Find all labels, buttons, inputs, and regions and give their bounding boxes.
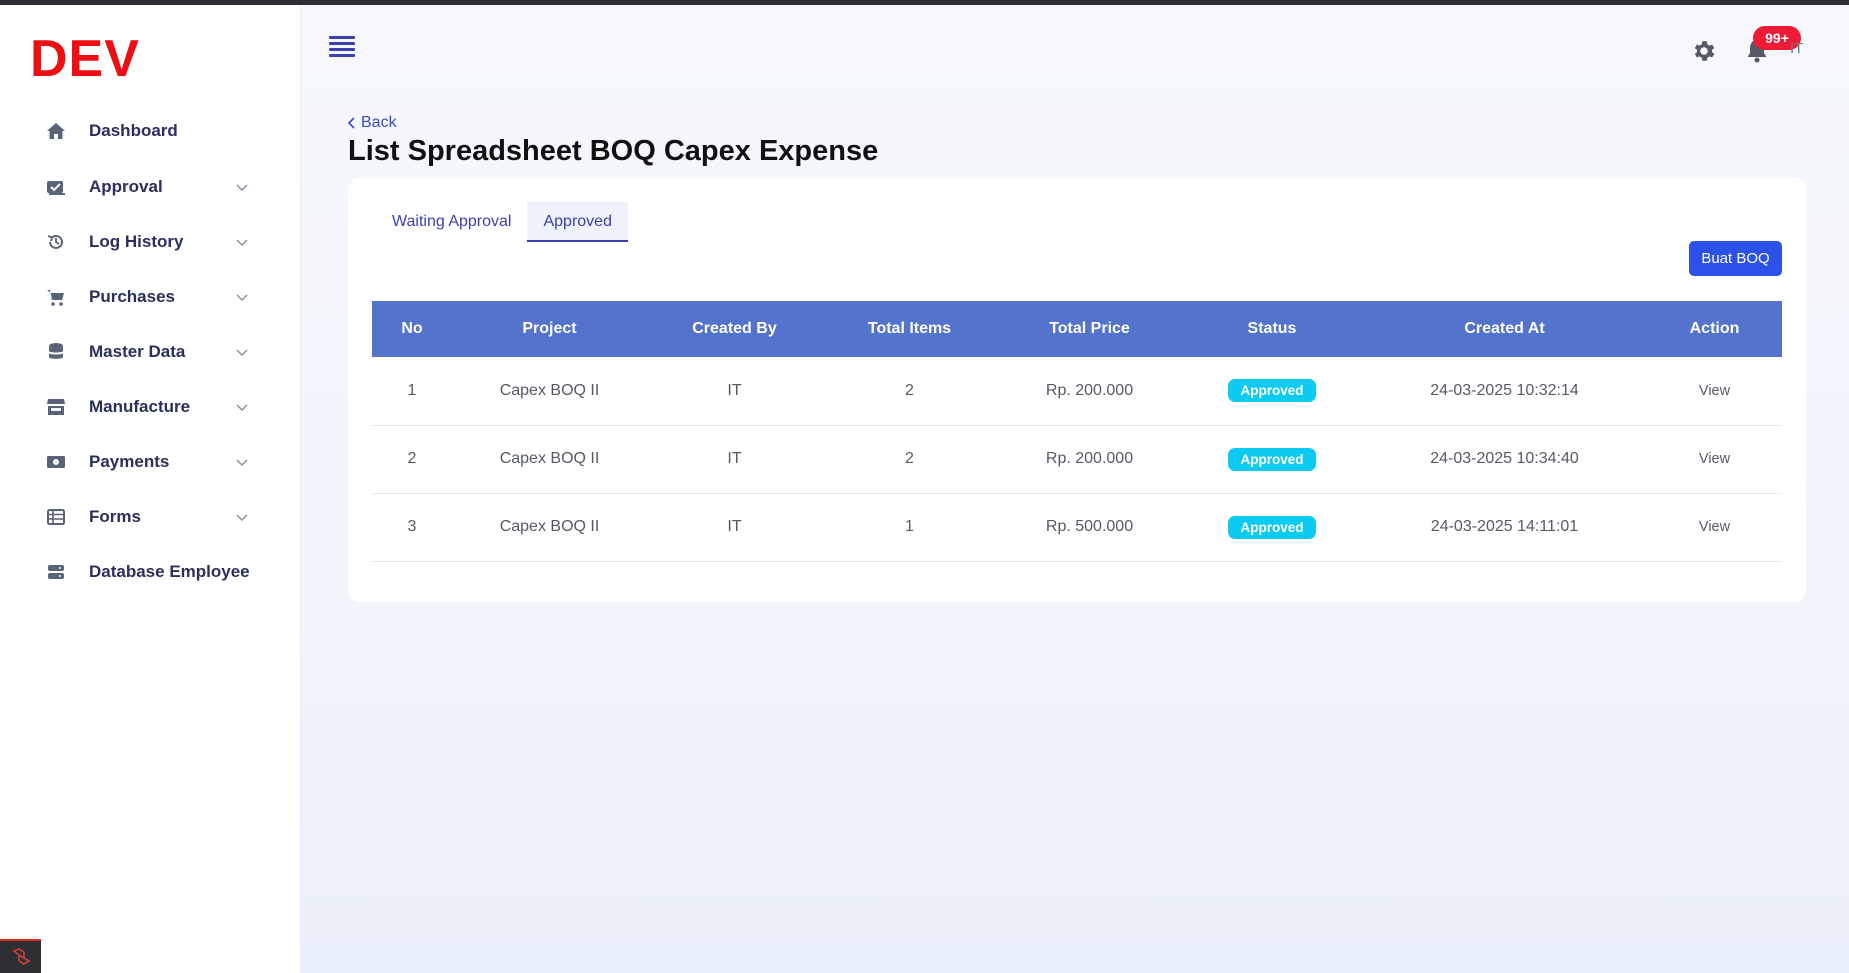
view-link[interactable]: View — [1699, 383, 1730, 399]
boq-table: No Project Created By Total Items Total … — [372, 301, 1782, 562]
chevron-down-icon — [236, 294, 248, 302]
sidebar-item-label: Purchases — [89, 287, 175, 306]
table-row: 3 Capex BOQ II IT 1 Rp. 500.000 Approved… — [372, 493, 1782, 561]
column-header[interactable]: Action — [1647, 301, 1782, 357]
database-icon — [45, 341, 67, 363]
sidebar-item-database-employee[interactable]: Database Employee — [0, 550, 300, 594]
user-avatar[interactable]: IT — [1790, 40, 1803, 57]
column-header[interactable]: No — [372, 301, 452, 357]
cell-no: 1 — [407, 381, 417, 399]
cell-no: 2 — [407, 450, 417, 467]
cell-created-at: 24-03-2025 14:11:01 — [1430, 518, 1579, 535]
chevron-down-icon — [236, 349, 248, 357]
status-badge: Approved — [1228, 447, 1316, 471]
cell-action: View — [1647, 425, 1782, 493]
sidebar-item-dashboard[interactable]: Dashboard — [0, 109, 300, 153]
cell-created-at: 24-03-2025 10:34:40 — [1430, 450, 1579, 467]
status-badge: Approved — [1228, 515, 1316, 539]
content-card: Waiting Approval Approved Buat BOQ No Pr… — [348, 178, 1806, 602]
column-header[interactable]: Status — [1182, 301, 1362, 357]
cell-status: Approved — [1182, 357, 1362, 425]
sidebar-item-log-history[interactable]: Log History — [0, 220, 300, 264]
cell-action: View — [1647, 357, 1782, 425]
sidebar-item-label: Dashboard — [89, 121, 178, 140]
create-boq-button[interactable]: Buat BOQ — [1689, 241, 1782, 276]
sidebar-item-payments[interactable]: Payments — [0, 440, 300, 484]
sidebar-item-master-data[interactable]: Master Data — [0, 330, 300, 374]
chevron-down-icon — [236, 404, 248, 412]
cell-total-price: Rp. 200.000 — [1045, 450, 1134, 467]
history-icon — [45, 231, 67, 253]
sidebar-item-label: Database Employee — [89, 562, 250, 581]
cell-project: Capex BOQ II — [499, 381, 600, 399]
column-header[interactable]: Project — [452, 301, 647, 357]
column-header[interactable]: Total Items — [822, 301, 997, 357]
sidebar-item-label: Manufacture — [89, 397, 191, 416]
cell-total-price: Rp. 500.000 — [1045, 518, 1134, 535]
cell-action: View — [1647, 493, 1782, 561]
table-header-row: No Project Created By Total Items Total … — [372, 301, 1782, 357]
tab-approved[interactable]: Approved — [527, 202, 628, 242]
sidebar-item-purchases[interactable]: Purchases — [0, 275, 300, 319]
sidebar-item-label: Forms — [89, 507, 141, 526]
table-row: 1 Capex BOQ II IT 2 Rp. 200.000 Approved… — [372, 357, 1782, 425]
view-link[interactable]: View — [1699, 451, 1730, 467]
column-header[interactable]: Created By — [647, 301, 822, 357]
server-icon — [45, 561, 67, 583]
cell-total-price: Rp. 200.000 — [1045, 381, 1134, 399]
back-label: Back — [361, 114, 397, 131]
sidebar-item-label: Payments — [89, 452, 170, 471]
sidebar-item-label: Log History — [89, 232, 184, 251]
chevron-down-icon — [236, 514, 248, 522]
cell-no: 3 — [407, 518, 417, 535]
column-header[interactable]: Created At — [1362, 301, 1647, 357]
cell-project: Capex BOQ II — [499, 450, 600, 467]
view-link[interactable]: View — [1699, 519, 1730, 535]
list-icon — [45, 506, 67, 528]
home-icon — [45, 120, 67, 142]
sidebar-item-label: Master Data — [89, 342, 186, 361]
cell-total-items: 2 — [905, 381, 914, 399]
cell-created-at: 24-03-2025 10:32:14 — [1430, 381, 1579, 399]
cell-created-by: IT — [727, 450, 742, 467]
cell-status: Approved — [1182, 493, 1362, 561]
store-icon — [45, 396, 67, 418]
back-link[interactable]: Back — [347, 114, 397, 132]
sidebar-item-approval[interactable]: Approval — [0, 165, 300, 209]
cell-total-items: 2 — [905, 450, 914, 467]
cart-icon — [45, 286, 67, 308]
money-icon — [45, 451, 67, 473]
tab-waiting-approval[interactable]: Waiting Approval — [376, 202, 527, 242]
laravel-debugbar-icon[interactable] — [0, 939, 41, 973]
sidebar-item-manufacture[interactable]: Manufacture — [0, 385, 300, 429]
status-badge: Approved — [1228, 379, 1316, 403]
chevron-down-icon — [236, 459, 248, 467]
cell-status: Approved — [1182, 425, 1362, 493]
cell-created-by: IT — [727, 518, 742, 535]
approval-icon — [45, 176, 67, 198]
menu-toggle-icon[interactable] — [329, 36, 355, 62]
page-title: List Spreadsheet BOQ Capex Expense — [348, 135, 879, 167]
cell-total-items: 1 — [905, 518, 914, 535]
app-logo[interactable]: DEV — [30, 33, 140, 85]
cell-created-by: IT — [727, 381, 742, 399]
column-header[interactable]: Total Price — [997, 301, 1182, 357]
status-tabs: Waiting Approval Approved — [376, 202, 628, 242]
chevron-left-icon — [347, 117, 355, 129]
chevron-down-icon — [236, 184, 248, 192]
chevron-down-icon — [236, 239, 248, 247]
sidebar-item-forms[interactable]: Forms — [0, 495, 300, 539]
table-row: 2 Capex BOQ II IT 2 Rp. 200.000 Approved… — [372, 425, 1782, 493]
sidebar-item-label: Approval — [89, 177, 163, 196]
gear-icon[interactable] — [1691, 38, 1717, 64]
sidebar: DEV Dashboard Approval Log History Purch… — [0, 5, 301, 973]
cell-project: Capex BOQ II — [499, 518, 600, 535]
